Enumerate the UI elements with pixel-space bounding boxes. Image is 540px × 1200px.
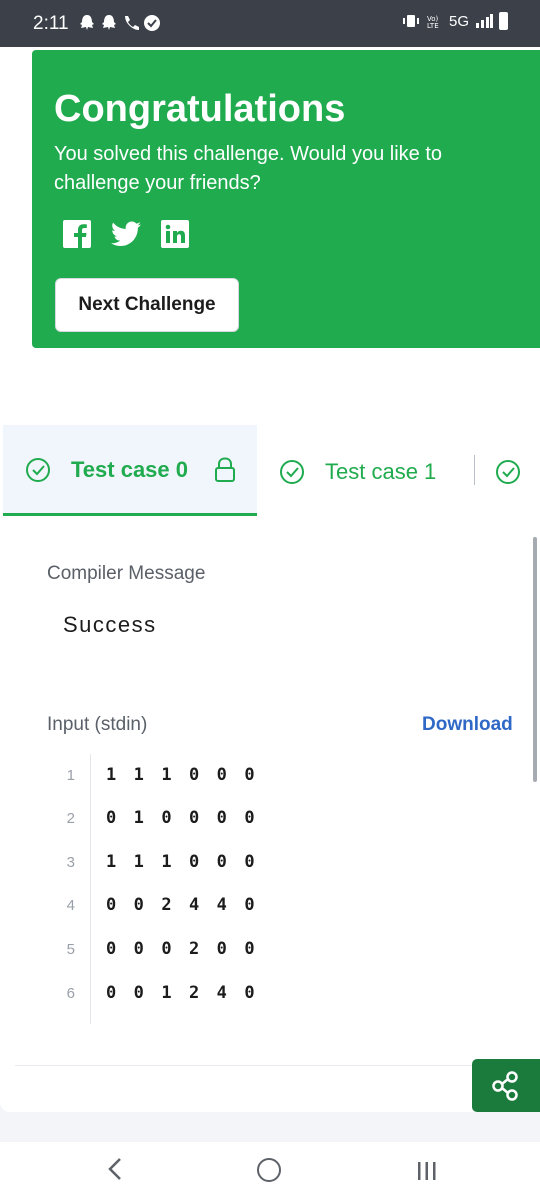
code-line: 1 1 1 1 0 0 0 bbox=[47, 754, 507, 797]
linkedin-icon[interactable] bbox=[161, 220, 189, 253]
code-line: 2 0 1 0 0 0 0 bbox=[47, 797, 507, 840]
test-case-tabs: Test case 0 Test case 1 bbox=[0, 425, 540, 516]
network-type: 5G bbox=[448, 12, 469, 30]
social-share-links bbox=[63, 220, 189, 253]
line-number: 4 bbox=[66, 897, 75, 914]
banner-message: You solved this challenge. Would you lik… bbox=[54, 143, 443, 194]
line-content: 0 0 1 2 4 0 bbox=[106, 983, 259, 1003]
share-icon bbox=[492, 1070, 518, 1101]
volte-icon: Vo)LTE bbox=[427, 15, 439, 28]
line-content: 1 1 1 0 0 0 bbox=[106, 852, 259, 872]
status-time: 2:11 bbox=[33, 13, 69, 34]
tab-divider bbox=[474, 455, 475, 485]
home-icon[interactable] bbox=[257, 1158, 281, 1182]
svg-text:LTE: LTE bbox=[427, 22, 439, 28]
line-number: 6 bbox=[66, 985, 75, 1002]
line-number: 2 bbox=[66, 810, 75, 827]
check-circle-icon bbox=[279, 459, 305, 490]
status-bar: 2:11 Vo) LTE 5G bbox=[0, 0, 540, 47]
line-number: 5 bbox=[66, 941, 75, 958]
line-content: 0 0 0 2 0 0 bbox=[106, 939, 259, 959]
line-content: 0 1 0 0 0 0 bbox=[106, 808, 259, 828]
banner-title: Congratulations bbox=[54, 88, 346, 130]
line-content: 1 1 1 0 0 0 bbox=[106, 765, 259, 785]
tab-test-case-1[interactable]: Test case 1 bbox=[325, 459, 436, 485]
tab-test-case-2-check-icon[interactable] bbox=[495, 459, 521, 490]
input-label: Input (stdin) bbox=[47, 714, 148, 735]
battery-icon bbox=[499, 12, 508, 30]
congratulations-banner: Congratulations You solved this challeng… bbox=[32, 50, 540, 348]
line-number: 1 bbox=[66, 767, 75, 784]
code-line: 5 0 0 0 2 0 0 bbox=[47, 928, 507, 971]
check-circle-icon bbox=[25, 457, 51, 488]
line-content: 0 0 2 4 4 0 bbox=[106, 895, 259, 915]
system-navigation-bar bbox=[0, 1142, 540, 1200]
twitter-icon[interactable] bbox=[111, 221, 141, 252]
vibrate-icon bbox=[402, 15, 419, 27]
notification-icons bbox=[78, 13, 160, 38]
download-link[interactable]: Download bbox=[422, 714, 513, 736]
status-right-icons: Vo) LTE 5G bbox=[401, 12, 508, 30]
code-line: 4 0 0 2 4 4 0 bbox=[47, 884, 507, 927]
share-button[interactable] bbox=[472, 1059, 540, 1112]
recent-apps-icon[interactable] bbox=[416, 1160, 438, 1187]
line-number: 3 bbox=[66, 854, 75, 871]
signal-icon bbox=[476, 14, 493, 28]
section-divider bbox=[15, 1065, 525, 1066]
back-icon[interactable] bbox=[103, 1155, 127, 1188]
tab-label: Test case 0 bbox=[71, 457, 189, 482]
code-line: 6 0 0 1 2 4 0 bbox=[47, 972, 507, 1015]
compiler-message-value: Success bbox=[63, 612, 157, 637]
code-line: 3 1 1 1 0 0 0 bbox=[47, 841, 507, 884]
compiler-message-label: Compiler Message bbox=[47, 563, 206, 584]
facebook-icon[interactable] bbox=[63, 220, 91, 253]
tab-test-case-0[interactable]: Test case 0 bbox=[3, 425, 257, 516]
next-challenge-button[interactable]: Next Challenge bbox=[55, 278, 239, 332]
scrollbar[interactable] bbox=[533, 537, 537, 782]
lock-icon bbox=[214, 457, 236, 488]
